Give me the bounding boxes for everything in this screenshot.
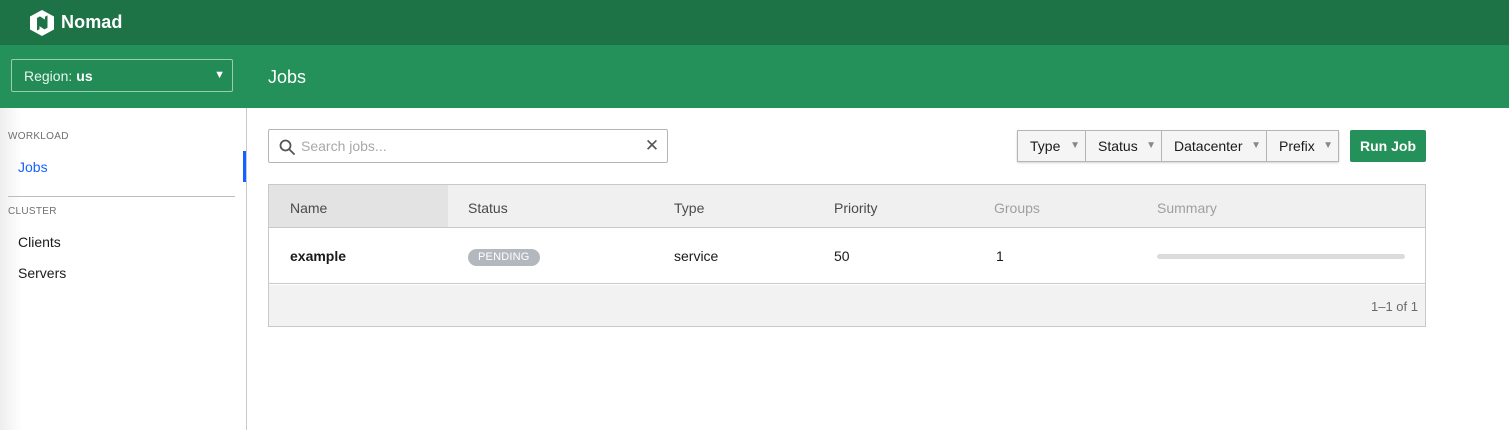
filter-datacenter-label: Datacenter [1174, 138, 1243, 154]
jobs-table: Name Status Type Priority Groups Summary… [268, 184, 1426, 327]
sidebar-section-workload: WORKLOAD [8, 131, 69, 142]
filter-type[interactable]: Type ▼ [1017, 130, 1086, 162]
top-navbar: Nomad [0, 0, 1509, 45]
filter-type-label: Type [1030, 138, 1061, 154]
table-header: Name Status Type Priority Groups Summary [269, 185, 1425, 228]
status-badge: PENDING [468, 249, 540, 266]
filter-datacenter[interactable]: Datacenter ▼ [1162, 130, 1267, 162]
filter-status[interactable]: Status ▼ [1086, 130, 1162, 162]
sidebar-item-jobs[interactable]: Jobs [18, 159, 48, 175]
column-header-priority[interactable]: Priority [834, 200, 878, 216]
filter-prefix-label: Prefix [1279, 138, 1315, 154]
sidebar-item-servers[interactable]: Servers [18, 265, 66, 281]
job-priority: 50 [834, 248, 850, 264]
filter-status-label: Status [1098, 138, 1138, 154]
chevron-down-icon: ▼ [214, 69, 225, 81]
active-item-indicator [243, 151, 246, 182]
job-name-link[interactable]: example [290, 248, 346, 264]
column-header-summary: Summary [1157, 200, 1217, 216]
column-header-name[interactable]: Name [290, 200, 327, 216]
summary-progress-bar [1157, 254, 1405, 259]
page-header: Region: us ▼ Jobs [0, 45, 1509, 108]
sidebar-section-cluster: CLUSTER [8, 206, 57, 217]
filter-bar: Type ▼ Status ▼ Datacenter ▼ Prefix ▼ [1017, 130, 1339, 162]
sidebar: WORKLOAD Jobs CLUSTER Clients Servers [0, 108, 247, 430]
run-job-button[interactable]: Run Job [1350, 130, 1426, 162]
column-header-status[interactable]: Status [468, 200, 508, 216]
search-input[interactable] [301, 131, 631, 161]
sidebar-divider [8, 196, 235, 197]
chevron-down-icon: ▼ [1146, 140, 1156, 151]
job-type: service [674, 248, 719, 264]
search-icon [279, 139, 295, 155]
table-footer: 1–1 of 1 [269, 285, 1425, 326]
close-icon[interactable]: ✕ [643, 137, 661, 155]
chevron-down-icon: ▼ [1251, 140, 1261, 151]
search-box: ✕ [268, 129, 668, 163]
nomad-logo-icon [30, 9, 54, 36]
region-select[interactable]: Region: us ▼ [11, 59, 233, 92]
region-value: us [76, 67, 93, 84]
app-name: Nomad [61, 12, 123, 32]
brand-home-link[interactable]: Nomad [30, 9, 123, 36]
page-title: Jobs [268, 67, 307, 87]
chevron-down-icon: ▼ [1323, 140, 1333, 151]
column-header-type[interactable]: Type [674, 200, 704, 216]
filter-prefix[interactable]: Prefix ▼ [1267, 130, 1339, 162]
sidebar-item-clients[interactable]: Clients [18, 234, 61, 250]
region-label: Region: [24, 67, 73, 84]
table-row[interactable]: example PENDING service 50 1 [269, 228, 1425, 284]
job-groups: 1 [996, 248, 1004, 264]
chevron-down-icon: ▼ [1070, 140, 1080, 151]
column-header-groups: Groups [994, 200, 1040, 216]
pagination-info: 1–1 of 1 [1371, 299, 1418, 314]
